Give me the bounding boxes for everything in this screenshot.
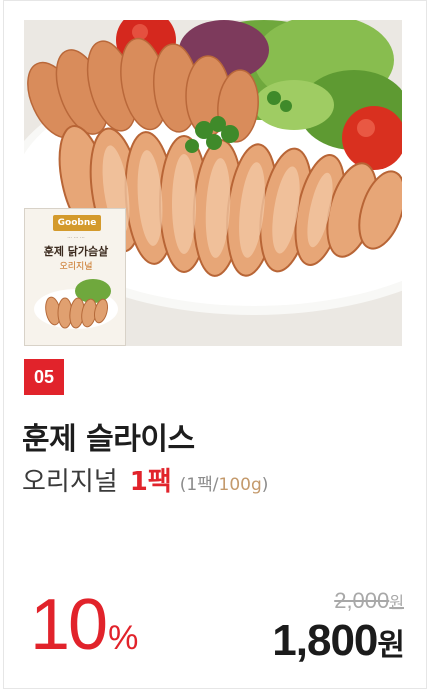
sale-price: 1,800원 (272, 616, 405, 666)
discount-rate: 10% (30, 584, 138, 666)
pack-detail-close: ) (261, 475, 269, 495)
original-price-value: 2,000 (334, 588, 390, 613)
package-subtitle: 오리지널 (59, 262, 93, 272)
package-title: 훈제 닭가슴살 (43, 245, 109, 258)
pack-weight: 100g (218, 475, 262, 495)
original-price-currency: 원 (389, 595, 404, 612)
product-photo[interactable]: Goobne ··· ··· ··· 훈제 닭가슴살 오리지널 (24, 20, 402, 346)
discount-percent-sign: % (108, 619, 139, 657)
pack-detail-open: (1팩/ (179, 475, 219, 495)
discount-value: 10 (30, 585, 108, 665)
sale-price-value: 1,800 (272, 616, 378, 665)
package-brand-logo: Goobne (53, 215, 101, 231)
sale-price-currency: 원 (377, 628, 405, 663)
package-food-image (34, 279, 118, 329)
package-tagline: ··· ··· ··· (67, 235, 85, 241)
package-image: Goobne ··· ··· ··· 훈제 닭가슴살 오리지널 (24, 208, 126, 346)
product-variant: 오리지널 1팩 (1팩/100g) (22, 461, 268, 498)
original-price: 2,000원 (334, 588, 404, 614)
pack-count: 1팩 (129, 467, 172, 497)
variant-label: 오리지널 (22, 467, 118, 497)
product-name[interactable]: 훈제 슬라이스 (22, 414, 195, 458)
pack-detail: (1팩/100g) (180, 470, 269, 495)
rank-badge: 05 (24, 359, 64, 395)
